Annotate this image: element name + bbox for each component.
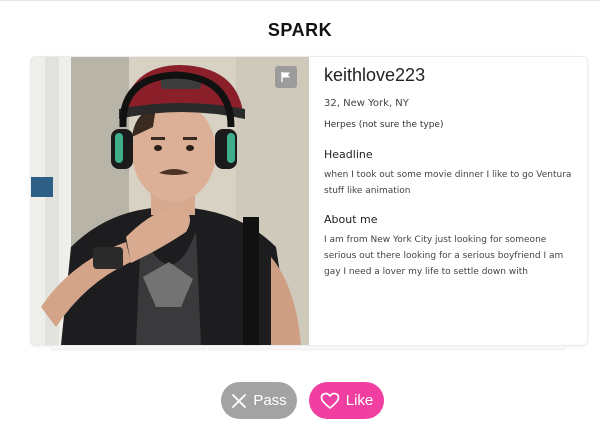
like-button[interactable]: Like — [309, 382, 384, 419]
profile-condition: Herpes (not sure the type) — [324, 120, 444, 130]
flag-icon — [280, 68, 292, 87]
action-bar: Pass Like — [0, 382, 600, 419]
heart-outline-icon — [320, 392, 340, 410]
top-divider — [0, 0, 600, 1]
profile-info: keithlove223 32, New York, NY Herpes (no… — [324, 65, 574, 294]
pass-label: Pass — [253, 392, 287, 409]
report-flag-button[interactable] — [275, 66, 297, 88]
about-text: I am from New York City just looking for… — [324, 235, 564, 277]
headline-text: when I took out some movie dinner I like… — [324, 170, 572, 196]
profile-card: keithlove223 32, New York, NY Herpes (no… — [30, 56, 588, 346]
about-title: About me — [324, 213, 378, 226]
like-label: Like — [345, 392, 374, 409]
card-stack-edge — [50, 348, 566, 351]
pass-button[interactable]: Pass — [221, 382, 297, 419]
profile-location: 32, New York, NY — [324, 98, 409, 109]
profile-photo — [31, 57, 309, 345]
x-icon — [231, 393, 247, 409]
headline-title: Headline — [324, 148, 373, 161]
profile-username: keithlove223 — [324, 65, 426, 85]
app-brand: SPARK — [267, 20, 333, 40]
